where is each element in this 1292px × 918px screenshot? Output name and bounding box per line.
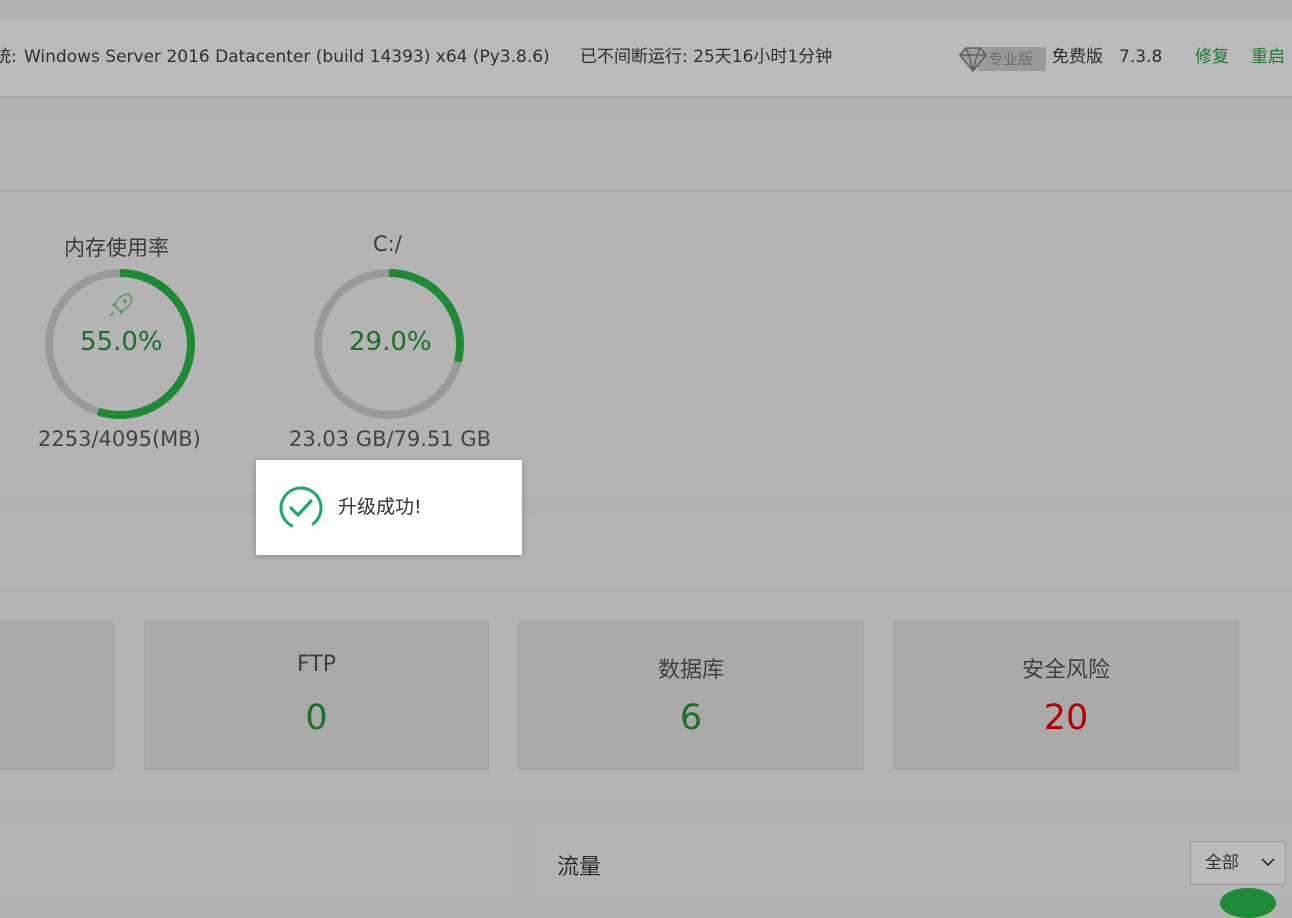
pro-badge-label: 专业版 xyxy=(988,50,1034,68)
database-count[interactable]: 6 xyxy=(519,698,863,738)
traffic-indicator xyxy=(1220,888,1276,918)
success-toast: 升级成功! xyxy=(256,460,522,555)
overview-divider xyxy=(0,590,1292,591)
database-card[interactable]: 数据库 6 xyxy=(518,621,864,770)
diamond-icon xyxy=(958,47,988,73)
traffic-title: 流量 xyxy=(557,855,602,880)
security-risk-count[interactable]: 20 xyxy=(894,698,1238,738)
disk-detail: 23.03 GB/79.51 GB xyxy=(289,427,492,451)
version-label: 7.3.8 xyxy=(1119,47,1163,67)
chevron-down-icon xyxy=(1261,858,1275,867)
toast-message: 升级成功! xyxy=(338,496,422,518)
memory-detail: 2253/4095(MB) xyxy=(38,427,201,451)
disk-percent: 29.0% xyxy=(349,327,432,357)
ftp-count[interactable]: 0 xyxy=(145,698,488,738)
database-card-label: 数据库 xyxy=(657,658,724,683)
ftp-card[interactable]: FTP 0 xyxy=(144,621,489,770)
system-info: Windows Server 2016 Datacenter (build 14… xyxy=(24,47,550,67)
site-card-partial[interactable] xyxy=(0,621,114,770)
security-risk-label: 安全风险 xyxy=(1021,658,1110,683)
rocket-icon xyxy=(109,293,133,317)
disk-gauge-title: C:/ xyxy=(373,232,402,256)
panel-divider xyxy=(0,191,1292,192)
memory-percent: 55.0% xyxy=(80,327,163,357)
security-risk-card[interactable]: 安全风险 20 xyxy=(893,621,1239,770)
bottom-left-panel xyxy=(0,823,513,896)
memory-gauge-title: 内存使用率 xyxy=(64,236,169,260)
system-label: 统: xyxy=(0,47,17,67)
fix-button[interactable]: 修复 xyxy=(1195,18,1229,96)
edition-label: 免费版 xyxy=(1052,47,1103,67)
uptime-text: 已不间断运行: 25天16小时1分钟 xyxy=(580,47,833,67)
check-circle-icon xyxy=(279,486,323,530)
top-status-bar: 统: Windows Server 2016 Datacenter (build… xyxy=(0,18,1292,96)
ftp-card-label: FTP xyxy=(297,652,336,677)
traffic-select[interactable]: 全部 xyxy=(1190,841,1286,885)
restart-button[interactable]: 重启 xyxy=(1251,18,1285,96)
pro-edition-badge[interactable]: 专业版 xyxy=(958,44,1046,73)
traffic-select-value: 全部 xyxy=(1205,853,1239,873)
traffic-panel xyxy=(535,823,1292,896)
